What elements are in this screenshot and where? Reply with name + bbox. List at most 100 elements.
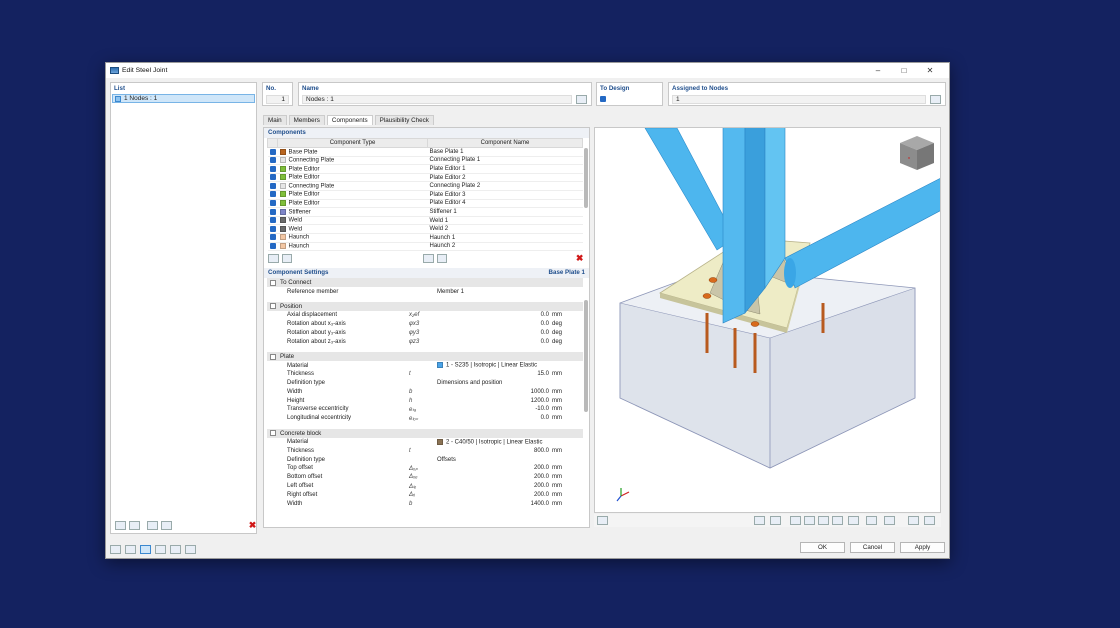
component-row[interactable]: Plate Editor Plate Editor 1 bbox=[267, 164, 583, 174]
component-row[interactable]: Haunch Haunch 2 bbox=[267, 242, 583, 252]
group-position[interactable]: Position bbox=[267, 301, 583, 311]
edit-name-icon[interactable] bbox=[576, 95, 587, 104]
setting-value[interactable]: -10.0 bbox=[435, 406, 552, 412]
setting-value[interactable]: 200.0 bbox=[435, 492, 552, 498]
visibility-icon[interactable] bbox=[866, 516, 877, 525]
setting-value[interactable]: 0.0 bbox=[435, 415, 552, 421]
component-checkbox[interactable] bbox=[267, 233, 278, 243]
copy-item-icon[interactable] bbox=[129, 521, 140, 530]
setting-value[interactable]: 0.0 bbox=[435, 312, 552, 318]
column-flange-front bbox=[722, 128, 746, 324]
component-row[interactable]: Connecting Plate Connecting Plate 2 bbox=[267, 181, 583, 191]
assigned-nodes-field[interactable]: 1 bbox=[672, 95, 926, 104]
ok-button[interactable]: OK bbox=[800, 542, 845, 553]
reference-member-value[interactable]: Member 1 bbox=[435, 289, 581, 295]
reset-view-icon[interactable] bbox=[908, 516, 919, 525]
settings-scrollbar[interactable] bbox=[584, 300, 588, 412]
component-checkbox[interactable] bbox=[267, 173, 278, 183]
component-checkbox[interactable] bbox=[267, 242, 278, 252]
component-checkbox[interactable] bbox=[267, 190, 278, 200]
setting-value[interactable]: 1400.0 bbox=[435, 501, 552, 507]
units-icon[interactable] bbox=[125, 545, 136, 554]
component-row[interactable]: Base Plate Base Plate 1 bbox=[267, 147, 583, 157]
setting-value[interactable]: 200.0 bbox=[435, 465, 552, 471]
delete-component-icon[interactable]: ✖ bbox=[574, 254, 585, 263]
select-nodes-icon[interactable] bbox=[930, 95, 941, 104]
component-checkbox[interactable] bbox=[267, 147, 278, 157]
projection-icon[interactable] bbox=[848, 516, 859, 525]
display-icon[interactable] bbox=[770, 516, 781, 525]
setting-value[interactable]: 200.0 bbox=[435, 483, 552, 489]
detail-view-icon[interactable] bbox=[155, 545, 166, 554]
tab-main[interactable]: Main bbox=[263, 115, 287, 125]
setting-value[interactable]: 0.0 bbox=[435, 321, 552, 327]
component-row[interactable]: Stiffener Stiffener 1 bbox=[267, 207, 583, 217]
setting-value[interactable]: 0.0 bbox=[435, 330, 552, 336]
component-checkbox[interactable] bbox=[267, 181, 278, 191]
minimize-button[interactable]: – bbox=[865, 63, 891, 78]
component-row[interactable]: Plate Editor Plate Editor 4 bbox=[267, 199, 583, 209]
uncheck-all-icon[interactable] bbox=[161, 521, 172, 530]
component-row[interactable]: Plate Editor Plate Editor 2 bbox=[267, 173, 583, 183]
export-icon[interactable] bbox=[924, 516, 935, 525]
apply-button[interactable]: Apply bbox=[900, 542, 945, 553]
component-row[interactable]: Connecting Plate Connecting Plate 1 bbox=[267, 156, 583, 166]
concrete-material-value[interactable]: 2 - C40/50 | Isotropic | Linear Elastic bbox=[435, 438, 581, 445]
setting-value[interactable]: 200.0 bbox=[435, 474, 552, 480]
group-to-connect[interactable]: To Connect bbox=[267, 278, 583, 288]
component-row[interactable]: Haunch Haunch 1 bbox=[267, 233, 583, 243]
list-item[interactable]: 1 Nodes : 1 bbox=[112, 94, 255, 103]
add-component-icon[interactable] bbox=[268, 254, 279, 264]
group-plate[interactable]: Plate bbox=[267, 352, 583, 362]
setting-value[interactable]: 1200.0 bbox=[435, 398, 552, 404]
component-row[interactable]: Plate Editor Plate Editor 3 bbox=[267, 190, 583, 200]
search-icon[interactable] bbox=[110, 545, 121, 554]
setting-value[interactable]: 15.0 bbox=[435, 371, 552, 377]
filter-icon[interactable] bbox=[170, 545, 181, 554]
maximize-button[interactable]: □ bbox=[891, 63, 917, 78]
cancel-button[interactable]: Cancel bbox=[850, 542, 895, 553]
component-checkbox[interactable] bbox=[267, 164, 278, 174]
component-checkbox[interactable] bbox=[267, 224, 278, 234]
setting-row: Width b 1400.0 mm bbox=[287, 500, 562, 507]
view-y-icon[interactable] bbox=[804, 516, 815, 525]
save-library-icon[interactable] bbox=[436, 254, 448, 264]
view-cube[interactable]: x bbox=[900, 136, 934, 170]
components-scrollbar[interactable] bbox=[584, 148, 588, 208]
component-row[interactable]: Weld Weld 2 bbox=[267, 224, 583, 234]
concrete-definition-type[interactable]: Offsets bbox=[435, 457, 581, 463]
print-icon[interactable] bbox=[884, 516, 895, 525]
component-row[interactable]: Weld Weld 1 bbox=[267, 216, 583, 226]
setting-value[interactable]: 0.0 bbox=[435, 339, 552, 345]
render-mode-icon[interactable] bbox=[754, 516, 765, 525]
group-concrete-block[interactable]: Concrete block bbox=[267, 428, 583, 438]
close-button[interactable]: ✕ bbox=[917, 63, 943, 78]
component-checkbox[interactable] bbox=[267, 156, 278, 166]
plate-definition-type[interactable]: Dimensions and position bbox=[435, 380, 581, 386]
tab-members[interactable]: Members bbox=[288, 115, 325, 125]
component-checkbox[interactable] bbox=[267, 199, 278, 209]
tab-plausibility-check[interactable]: Plausibility Check bbox=[374, 115, 434, 125]
view-x-icon[interactable] bbox=[790, 516, 801, 525]
component-checkbox[interactable] bbox=[267, 216, 278, 226]
new-item-icon[interactable] bbox=[115, 521, 126, 530]
table-view-icon[interactable] bbox=[140, 545, 151, 554]
component-checkbox[interactable] bbox=[267, 207, 278, 217]
to-design-checkbox[interactable] bbox=[600, 96, 606, 102]
component-color-swatch bbox=[279, 234, 286, 241]
check-all-icon[interactable] bbox=[147, 521, 158, 530]
insert-component-icon[interactable] bbox=[281, 254, 293, 264]
library-icon[interactable] bbox=[423, 254, 434, 264]
delete-icon[interactable]: ✖ bbox=[247, 521, 258, 530]
view-settings-icon[interactable] bbox=[597, 516, 608, 525]
function-icon[interactable] bbox=[185, 545, 196, 554]
3d-viewport[interactable]: x bbox=[594, 127, 941, 513]
name-field[interactable]: Nodes : 1 bbox=[302, 95, 572, 104]
setting-value[interactable]: 1000.0 bbox=[435, 389, 552, 395]
view-z-icon[interactable] bbox=[818, 516, 829, 525]
view-iso-icon[interactable] bbox=[832, 516, 843, 525]
no-field[interactable]: 1 bbox=[266, 95, 289, 104]
component-name: Weld 1 bbox=[427, 216, 583, 226]
plate-material-value[interactable]: 1 - S235 | Isotropic | Linear Elastic bbox=[435, 362, 581, 369]
tab-components[interactable]: Components bbox=[326, 115, 373, 125]
